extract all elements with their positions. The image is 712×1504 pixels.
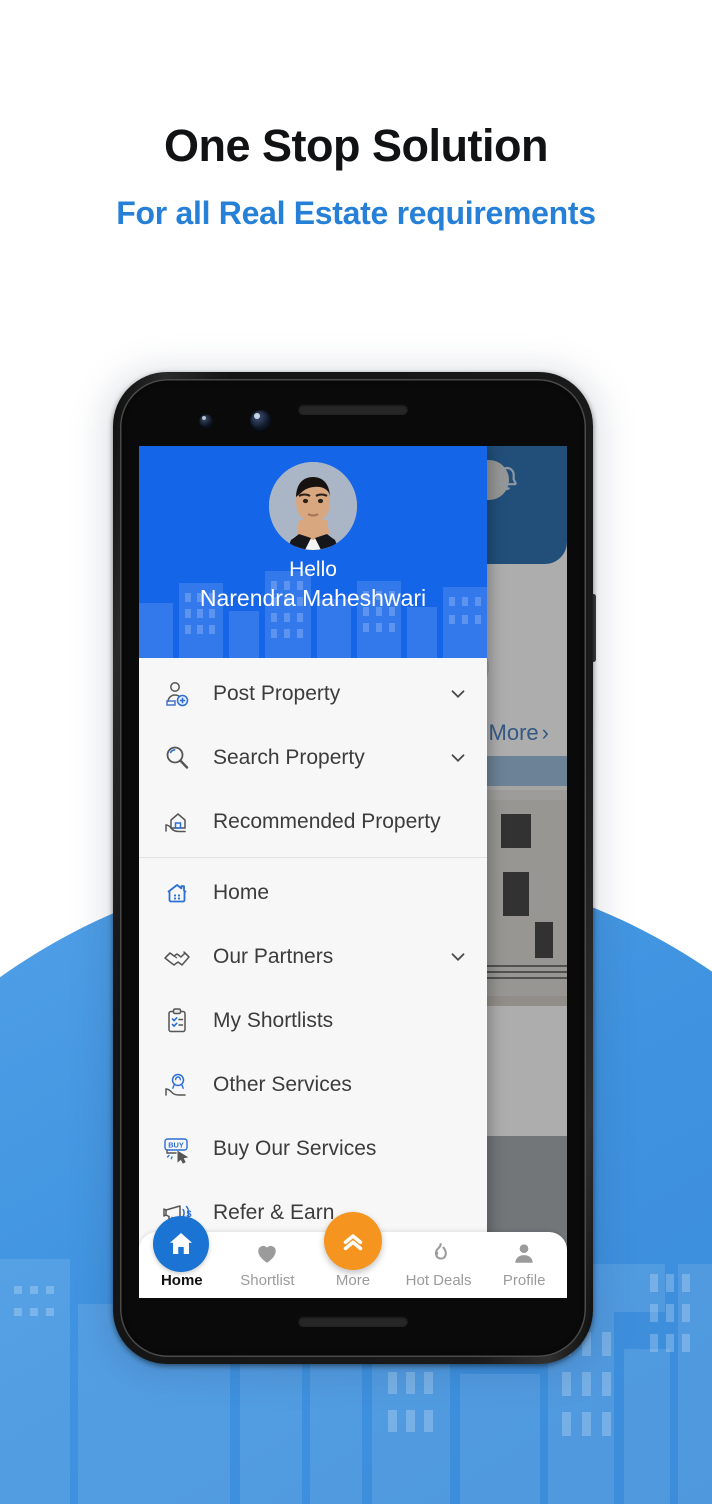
- menu-item-label: Other Services: [213, 1073, 352, 1096]
- front-camera-secondary-icon: [250, 410, 272, 432]
- heart-icon: [254, 1238, 280, 1268]
- front-camera-icon: [199, 414, 214, 429]
- nav-item-profile[interactable]: Profile: [481, 1232, 567, 1289]
- menu-item-buy-our-services[interactable]: BUY Buy Our Services: [139, 1117, 487, 1181]
- menu-item-recommended-property[interactable]: Recommended Property: [139, 790, 487, 854]
- hand-services-icon: [159, 1067, 195, 1103]
- drawer-greeting: Hello: [289, 558, 337, 581]
- drawer-header: Hello Narendra Maheshwari: [139, 446, 487, 658]
- earpiece-speaker: [298, 404, 408, 415]
- menu-item-label: Recommended Property: [213, 810, 441, 833]
- menu-item-label: Post Property: [213, 682, 341, 705]
- navigation-drawer: Hello Narendra Maheshwari Post Property …: [139, 446, 487, 1298]
- avatar-photo: [269, 462, 357, 550]
- clipboard-check-icon: [159, 1003, 195, 1039]
- double-chevron-up-icon: [343, 1234, 363, 1251]
- phone-screen: ara › More ›: [139, 446, 567, 1298]
- nav-item-label: Home: [160, 1272, 203, 1289]
- nav-item-label: Hot Deals: [405, 1272, 472, 1289]
- menu-item-post-property[interactable]: Post Property: [139, 662, 487, 726]
- menu-item-my-shortlists[interactable]: My Shortlists: [139, 989, 487, 1053]
- chevron-down-icon[interactable]: [447, 747, 469, 769]
- page-title: One Stop Solution: [164, 120, 548, 171]
- menu-item-search-property[interactable]: Search Property: [139, 726, 487, 790]
- page-subtitle: For all Real Estate requirements: [116, 195, 596, 232]
- drawer-menu: Post Property Search Property Recommende…: [139, 658, 487, 1298]
- nav-item-hot-deals[interactable]: Hot Deals: [396, 1232, 482, 1289]
- magnifier-search-icon: [159, 740, 195, 776]
- person-icon: [511, 1238, 537, 1268]
- chevron-down-icon[interactable]: [447, 683, 469, 705]
- nav-item-label: More: [335, 1272, 371, 1289]
- hand-house-icon: [159, 804, 195, 840]
- menu-item-our-partners[interactable]: Our Partners: [139, 925, 487, 989]
- app-root: ara › More ›: [139, 446, 567, 1298]
- chevron-down-icon[interactable]: [447, 946, 469, 968]
- more-fab-button[interactable]: [324, 1212, 382, 1270]
- nav-item-label: Shortlist: [240, 1272, 295, 1289]
- menu-item-label: Buy Our Services: [213, 1137, 377, 1160]
- home-icon: [159, 875, 195, 911]
- menu-item-label: Search Property: [213, 746, 365, 769]
- menu-item-label: Home: [213, 881, 270, 904]
- bottom-speaker: [298, 1316, 408, 1327]
- nav-home-active-circle[interactable]: [153, 1216, 209, 1272]
- svg-text:BUY: BUY: [168, 1140, 184, 1149]
- nav-item-shortlist[interactable]: Shortlist: [225, 1232, 311, 1289]
- buy-badge-icon: BUY: [159, 1131, 195, 1167]
- home-icon: [170, 1233, 192, 1254]
- promo-headline-block: One Stop Solution For all Real Estate re…: [0, 122, 712, 231]
- nav-item-label: Profile: [502, 1272, 546, 1289]
- menu-item-home[interactable]: Home: [139, 861, 487, 925]
- flame-icon: [426, 1238, 452, 1268]
- avatar[interactable]: [269, 462, 357, 550]
- drawer-user-name: Narendra Maheshwari: [199, 585, 427, 611]
- agent-post-property-icon: [159, 676, 195, 712]
- menu-item-other-services[interactable]: Other Services: [139, 1053, 487, 1117]
- phone-mockup: ara › More ›: [101, 366, 605, 1378]
- phone-side-button[interactable]: [591, 594, 596, 662]
- menu-item-label: Our Partners: [213, 945, 334, 968]
- menu-group-divider: [139, 857, 487, 858]
- handshake-icon: [159, 939, 195, 975]
- menu-item-label: My Shortlists: [213, 1009, 334, 1032]
